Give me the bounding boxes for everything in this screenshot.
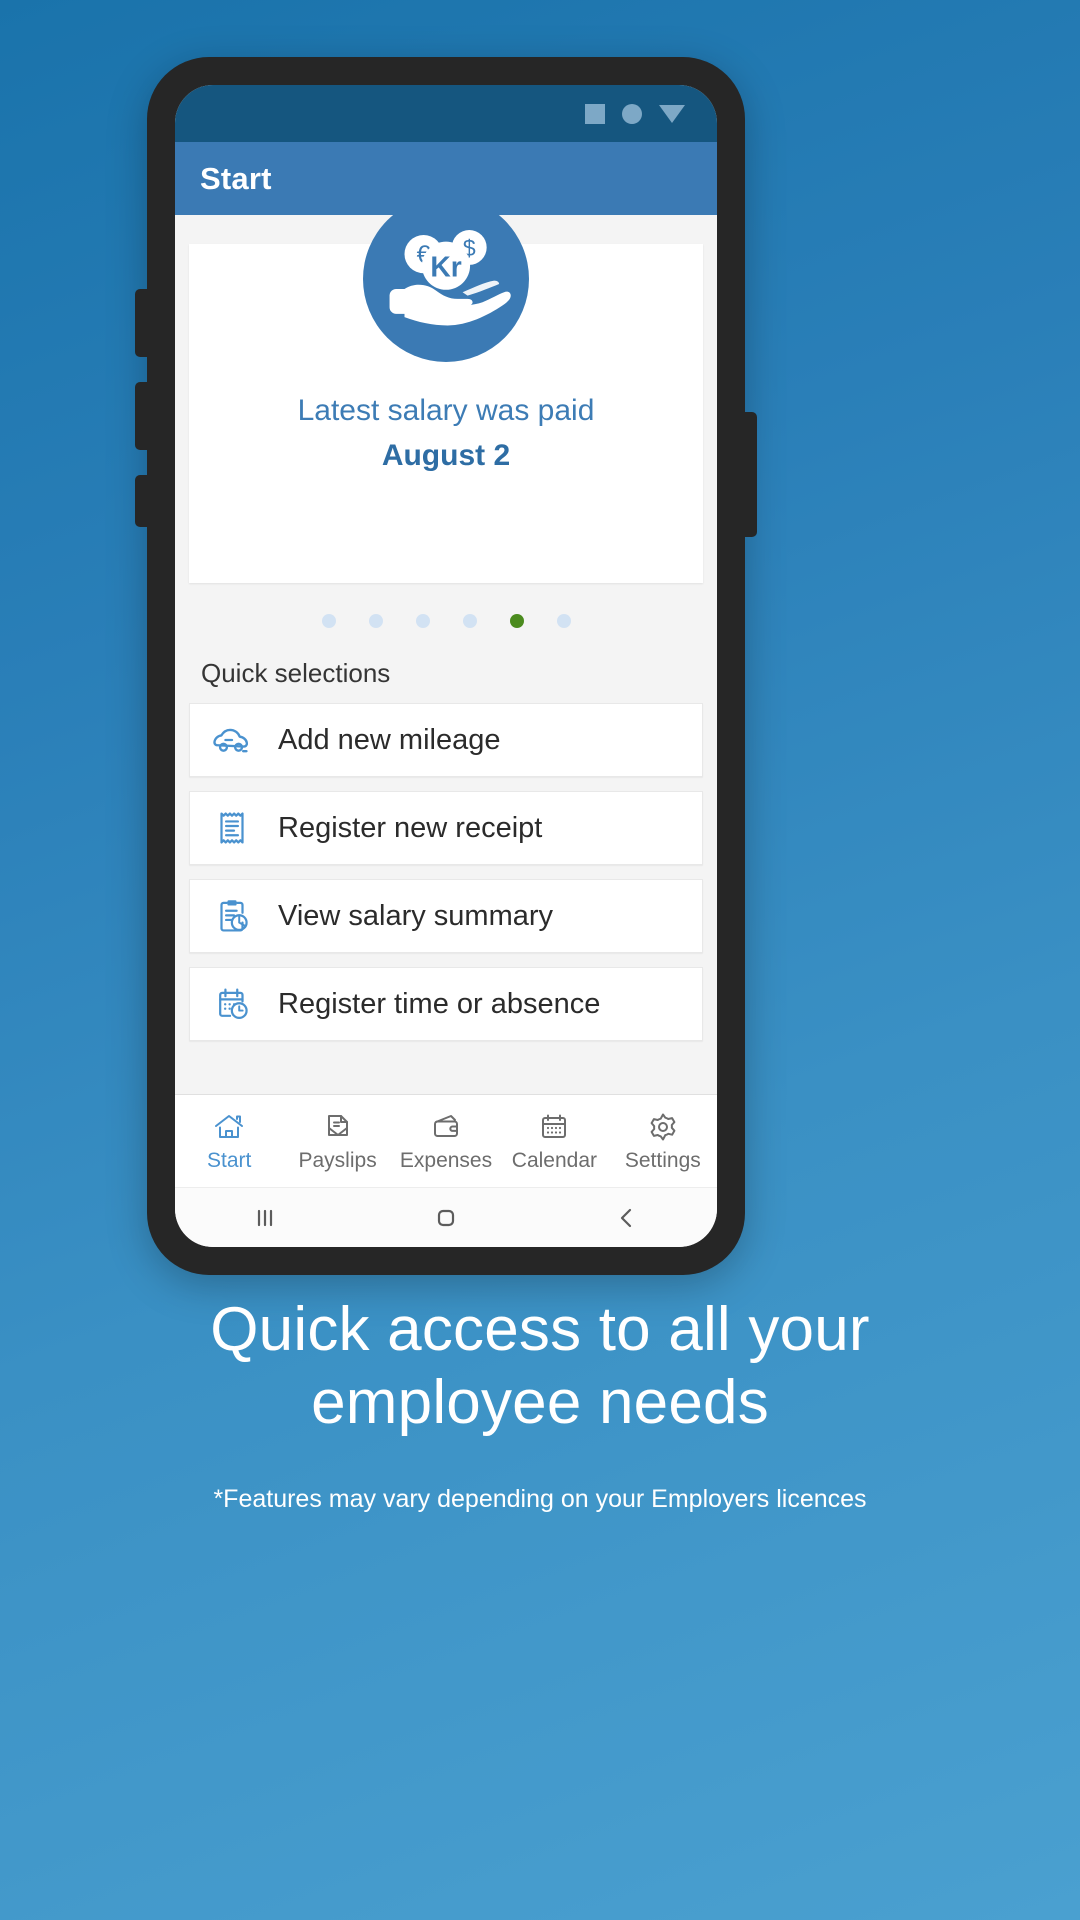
quick-selection-label: View salary summary — [278, 899, 554, 932]
hand-with-coins-icon: € $ Kr — [363, 215, 529, 367]
quick-selections-label: Quick selections — [201, 658, 391, 688]
salary-status-text: Latest salary was paid August 2 — [298, 391, 595, 476]
salary-status-date: August 2 — [381, 438, 511, 472]
quick-selection-label: Add new mileage — [278, 723, 501, 756]
page-title: Start — [200, 160, 272, 196]
carousel-dot[interactable] — [415, 614, 430, 628]
back-chevron-icon[interactable] — [612, 1205, 642, 1231]
home-icon — [210, 1110, 248, 1144]
nav-label: Expenses — [399, 1148, 493, 1172]
salary-status-line1: Latest salary was paid — [297, 394, 595, 427]
nav-label: Payslips — [298, 1148, 377, 1172]
quick-selection-view-salary-summary[interactable]: View salary summary — [189, 879, 703, 953]
receipt-icon — [210, 806, 254, 850]
phone-mockup: Start € $ Kr Latest salary was paid Augu… — [135, 57, 757, 1275]
nav-label: Start — [207, 1148, 252, 1172]
nav-label: Calendar — [511, 1148, 598, 1172]
phone-button-volume-down — [135, 382, 151, 450]
nav-item-start[interactable]: Start — [175, 1110, 283, 1173]
home-square-icon[interactable] — [431, 1205, 461, 1231]
android-navigation-bar — [175, 1187, 717, 1247]
quick-selections-list: Add new mileage Register new receipt Vie… — [175, 703, 717, 1041]
clipboard-chart-icon — [210, 894, 254, 938]
car-icon — [210, 718, 254, 762]
quick-selection-register-new-receipt[interactable]: Register new receipt — [189, 791, 703, 865]
phone-screen: Start € $ Kr Latest salary was paid Augu… — [175, 85, 717, 1247]
quick-selection-label: Register new receipt — [278, 811, 543, 844]
status-bar — [175, 85, 717, 142]
carousel-dot-active[interactable] — [509, 614, 524, 628]
main-content: € $ Kr Latest salary was paid August 2 Q… — [175, 215, 717, 1094]
caption-headline: Quick access to all your employee needs — [210, 1295, 870, 1438]
carousel-dot[interactable] — [556, 614, 571, 628]
wallet-icon — [427, 1110, 465, 1144]
document-envelope-icon — [319, 1110, 357, 1144]
salary-hero-card[interactable]: € $ Kr Latest salary was paid August 2 — [189, 215, 703, 583]
nav-item-payslips[interactable]: Payslips — [283, 1110, 391, 1173]
quick-selection-add-new-mileage[interactable]: Add new mileage — [189, 703, 703, 777]
square-icon — [585, 103, 605, 124]
bottom-navigation: Start Payslips Expenses Calendar Setting… — [175, 1094, 717, 1187]
gear-icon — [644, 1110, 682, 1144]
carousel-dots[interactable] — [175, 614, 717, 628]
carousel-dot[interactable] — [462, 614, 477, 628]
calendar-clock-icon — [210, 982, 254, 1026]
promo-caption: Quick access to all your employee needs … — [0, 1293, 1080, 1514]
app-bar: Start — [175, 142, 717, 215]
nav-item-expenses[interactable]: Expenses — [392, 1110, 500, 1173]
phone-button-power — [741, 412, 757, 537]
phone-button-volume-up — [135, 289, 151, 357]
circle-icon — [622, 103, 642, 124]
triangle-down-icon — [659, 104, 685, 123]
nav-item-calendar[interactable]: Calendar — [500, 1110, 608, 1173]
calendar-icon — [535, 1110, 573, 1144]
svg-text:Kr: Kr — [430, 251, 461, 283]
carousel-dot[interactable] — [368, 614, 383, 628]
quick-selection-label: Register time or absence — [278, 987, 601, 1020]
nav-item-settings[interactable]: Settings — [609, 1110, 717, 1173]
quick-selection-register-time-or-absence[interactable]: Register time or absence — [189, 967, 703, 1041]
carousel-dot[interactable] — [321, 614, 336, 628]
nav-label: Settings — [624, 1148, 701, 1172]
caption-footnote: *Features may vary depending on your Emp… — [213, 1485, 867, 1514]
recent-apps-icon[interactable] — [250, 1205, 280, 1231]
phone-button-assistant — [135, 475, 151, 527]
